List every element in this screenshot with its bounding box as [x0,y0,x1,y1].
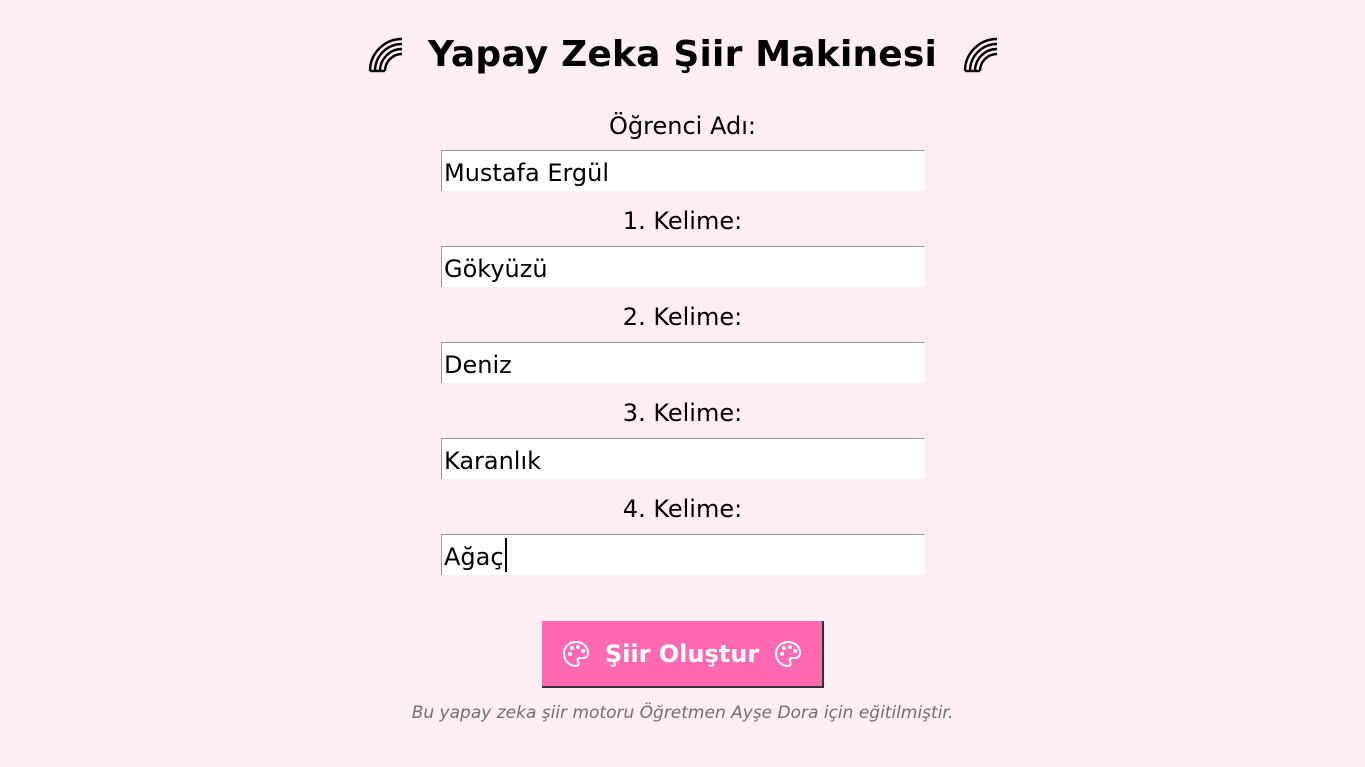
create-poem-button-label: Şiir Oluştur [604,639,760,668]
rainbow-icon [963,37,998,73]
page-header: Yapay Zeka Şiir Makinesi [0,28,1365,80]
word2-input[interactable] [441,342,925,383]
word4-label: 4. Kelime: [622,495,743,523]
poem-machine-page: Yapay Zeka Şiir Makinesi Öğrenci Adı: 1.… [0,0,1365,767]
palette-icon [562,640,589,667]
word4-input[interactable] [441,534,925,575]
footer-note: Bu yapay zeka şiir motoru Öğretmen Ayşe … [411,703,954,723]
word3-input[interactable] [441,438,925,479]
student-name-label: Öğrenci Adı: [609,112,756,140]
word2-label: 2. Kelime: [622,303,743,331]
word1-label: 1. Kelime: [622,207,743,235]
text-caret [505,538,507,572]
palette-icon [775,640,802,667]
create-poem-button[interactable]: Şiir Oluştur [542,621,824,688]
word1-input[interactable] [441,246,925,287]
page-title: Yapay Zeka Şiir Makinesi [427,33,938,75]
student-name-input[interactable] [441,150,925,191]
rainbow-icon [368,37,402,73]
word3-label: 3. Kelime: [622,399,743,427]
